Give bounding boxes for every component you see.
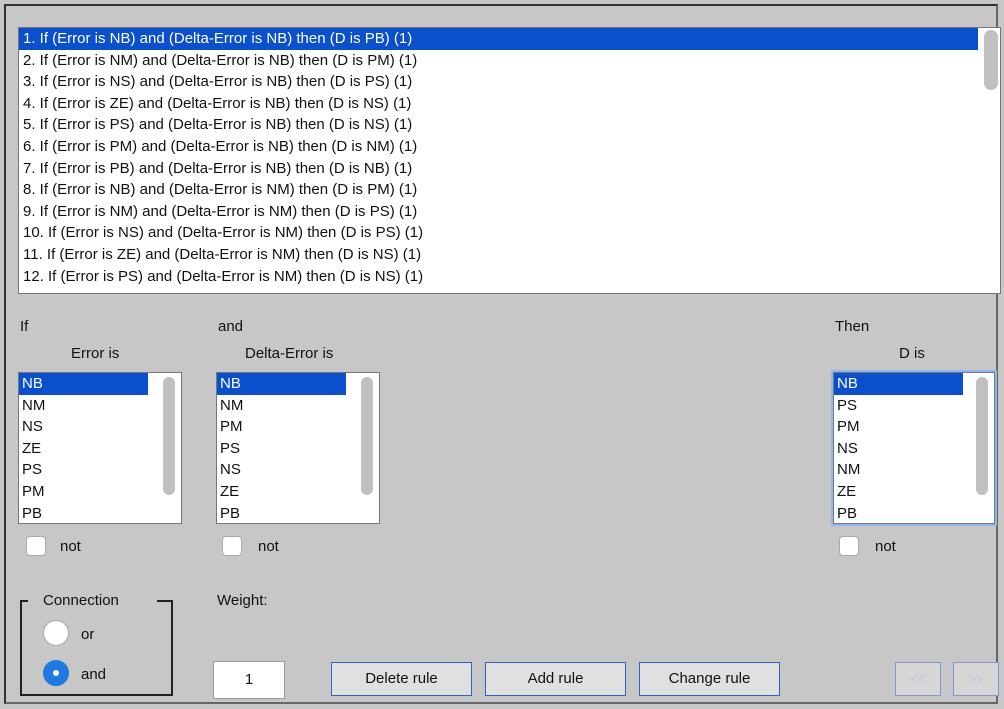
d-list-item[interactable]: ZE	[834, 481, 963, 503]
error-list-item[interactable]: PM	[19, 481, 148, 503]
error-is-label: Error is	[71, 345, 120, 362]
next-button[interactable]: >>	[953, 662, 999, 696]
error-list-item[interactable]: NM	[19, 395, 148, 417]
or-radio-label: or	[81, 626, 95, 643]
add-rule-button[interactable]: Add rule	[485, 662, 626, 696]
error-list-item[interactable]: NS	[19, 416, 148, 438]
rule-row[interactable]: 7. If (Error is PB) and (Delta-Error is …	[19, 158, 978, 180]
delete-rule-button[interactable]: Delete rule	[331, 662, 472, 696]
d-not-checkbox[interactable]	[839, 536, 859, 556]
error-not-checkbox[interactable]	[26, 536, 46, 556]
delta-error-is-label: Delta-Error is	[245, 345, 334, 362]
rules-scrollbar[interactable]	[984, 30, 998, 90]
prev-button[interactable]: <<	[895, 662, 941, 696]
if-label: If	[20, 318, 29, 335]
weight-label: Weight:	[217, 592, 268, 609]
rule-row[interactable]: 10. If (Error is NS) and (Delta-Error is…	[19, 222, 978, 244]
rule-row[interactable]: 6. If (Error is PM) and (Delta-Error is …	[19, 136, 978, 158]
d-is-label: D is	[899, 345, 925, 362]
or-radio[interactable]	[43, 620, 69, 646]
d-list-item[interactable]: PB	[834, 503, 963, 523]
delta-error-not-checkbox[interactable]	[222, 536, 242, 556]
delta-error-list-item[interactable]: PB	[217, 503, 346, 523]
d-list-item[interactable]: NS	[834, 438, 963, 460]
d-list-item[interactable]: NM	[834, 459, 963, 481]
delta-error-list-item[interactable]: NB	[217, 373, 346, 395]
rule-row[interactable]: 5. If (Error is PS) and (Delta-Error is …	[19, 114, 978, 136]
rules-list[interactable]: 1. If (Error is NB) and (Delta-Error is …	[18, 27, 1001, 294]
groupbox-border	[157, 600, 173, 602]
and-radio-label: and	[81, 666, 107, 683]
error-scrollbar[interactable]	[163, 377, 175, 495]
error-list-item[interactable]: ZE	[19, 438, 148, 460]
d-list-item[interactable]: NB	[834, 373, 963, 395]
rule-row[interactable]: 1. If (Error is NB) and (Delta-Error is …	[19, 28, 978, 50]
error-list-item[interactable]: NB	[19, 373, 148, 395]
delta-error-not-label: not	[258, 538, 279, 555]
change-rule-button[interactable]: Change rule	[639, 662, 780, 696]
d-listbox[interactable]: NB PS PM NS NM ZE PB	[833, 372, 995, 524]
delta-error-list-item[interactable]: NS	[217, 459, 346, 481]
delta-error-list-item[interactable]: PM	[217, 416, 346, 438]
and-label: and	[218, 318, 244, 335]
then-label: Then	[835, 318, 870, 335]
d-list-item[interactable]: PS	[834, 395, 963, 417]
and-radio[interactable]	[43, 660, 69, 686]
rule-row[interactable]: 9. If (Error is NM) and (Delta-Error is …	[19, 201, 978, 223]
delta-error-list-item[interactable]: ZE	[217, 481, 346, 503]
delta-error-listbox[interactable]: NB NM PM PS NS ZE PB	[216, 372, 380, 524]
rule-row[interactable]: 4. If (Error is ZE) and (Delta-Error is …	[19, 93, 978, 115]
rule-row[interactable]: 11. If (Error is ZE) and (Delta-Error is…	[19, 244, 978, 266]
delta-error-scrollbar[interactable]	[361, 377, 373, 495]
d-list-item[interactable]: PM	[834, 416, 963, 438]
weight-input[interactable]: 1	[213, 661, 285, 699]
error-list-item[interactable]: PS	[19, 459, 148, 481]
rule-row[interactable]: 2. If (Error is NM) and (Delta-Error is …	[19, 50, 978, 72]
rule-row[interactable]: 12. If (Error is PS) and (Delta-Error is…	[19, 266, 978, 288]
groupbox-border	[20, 600, 28, 602]
error-not-label: not	[60, 538, 81, 555]
d-not-label: not	[875, 538, 896, 555]
rule-row[interactable]: 3. If (Error is NS) and (Delta-Error is …	[19, 71, 978, 93]
d-scrollbar[interactable]	[976, 377, 988, 495]
error-listbox[interactable]: NB NM NS ZE PS PM PB	[18, 372, 182, 524]
error-list-item[interactable]: PB	[19, 503, 148, 523]
delta-error-list-item[interactable]: PS	[217, 438, 346, 460]
delta-error-list-item[interactable]: NM	[217, 395, 346, 417]
rule-row[interactable]: 8. If (Error is NB) and (Delta-Error is …	[19, 179, 978, 201]
connection-label: Connection	[43, 592, 119, 609]
